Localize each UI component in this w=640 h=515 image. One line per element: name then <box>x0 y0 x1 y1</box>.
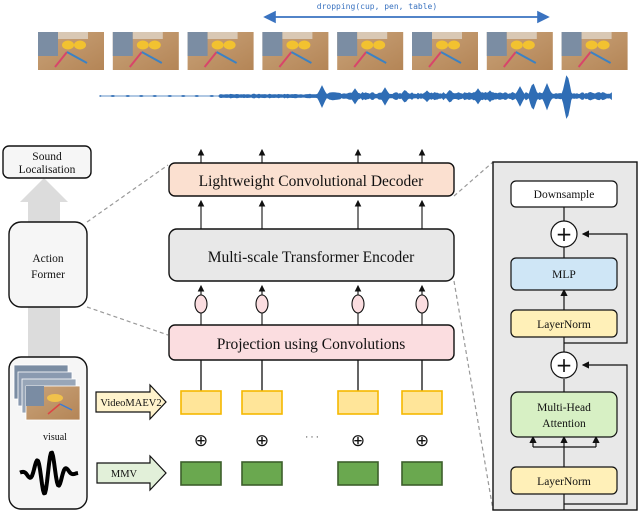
positional-token <box>351 294 365 314</box>
token-column: ⊕ <box>401 148 443 486</box>
action-label: dropping(cup, pen, table) <box>317 2 437 11</box>
output-label-line1: Sound <box>32 151 62 163</box>
zoom-guide-right-top <box>453 161 494 197</box>
add-symbol-top: + <box>556 222 573 246</box>
model-label-line1: Action <box>32 253 64 265</box>
add-node-bottom: + <box>550 351 578 379</box>
attention-label-line2: Attention <box>542 418 586 430</box>
architecture-diagram: dropping(cup, pen, table) Sound Localisa… <box>2 2 638 511</box>
layernorm-top-block: LayerNorm <box>510 309 618 338</box>
zoom-guide-right-bottom <box>453 280 494 511</box>
encoder-block: Multi-scale Transformer Encoder <box>168 228 455 282</box>
audio-feature-token <box>180 461 222 486</box>
downsample-block: Downsample <box>510 180 618 208</box>
token-column: ⊕ <box>241 148 283 486</box>
visual-feature-token <box>180 390 222 415</box>
video-frame-strip <box>38 32 628 70</box>
concat-symbol: ⊕ <box>415 431 429 451</box>
videomaev2-label: VideoMAEV2 <box>100 398 161 409</box>
layernorm-bottom-block: LayerNorm <box>510 466 618 495</box>
output-label-line2: Localisation <box>19 164 76 176</box>
mmv-label: MMV <box>111 469 138 480</box>
transformer-layer-detail: Downsample + MLP LayerNorm + Multi-Head … <box>492 161 638 511</box>
multi-head-attention-block: Multi-Head Attention <box>510 391 618 438</box>
zoom-guide-top <box>86 164 169 223</box>
add-node-top: + <box>550 220 578 248</box>
input-modalities-box: visual <box>8 356 88 510</box>
model-label-line2: Former <box>31 269 65 281</box>
downsample-label: Downsample <box>534 189 595 201</box>
positional-token <box>415 294 429 314</box>
action-former-box: Action Former <box>8 221 88 308</box>
positional-token <box>194 294 208 314</box>
ellipsis: · · · <box>305 432 319 442</box>
projection-block: Projection using Convolutions <box>168 324 455 361</box>
videomaev2-arrow: VideoMAEV2 <box>95 383 167 421</box>
visual-feature-token <box>337 390 379 415</box>
action-annotation: dropping(cup, pen, table) <box>263 2 550 24</box>
video-frame <box>187 32 254 70</box>
token-column: ⊕ <box>337 148 379 486</box>
sound-localisation-box: Sound Localisation <box>2 145 92 179</box>
decoder-label: Lightweight Convolutional Decoder <box>199 173 425 190</box>
concat-symbol: ⊕ <box>351 431 365 451</box>
decoder-block: Lightweight Convolutional Decoder <box>168 162 455 197</box>
video-frame <box>561 32 628 70</box>
video-frame <box>412 32 478 70</box>
audio-feature-token <box>401 461 443 486</box>
visual-label: visual <box>43 432 67 443</box>
video-frame <box>38 32 104 70</box>
audio-feature-token <box>241 461 283 486</box>
layernorm-bottom-label: LayerNorm <box>537 476 591 488</box>
video-frame <box>337 32 404 70</box>
concat-symbol: ⊕ <box>255 431 269 451</box>
attention-label-line1: Multi-Head <box>537 402 591 414</box>
mmv-arrow: MMV <box>96 454 167 492</box>
concat-symbol: ⊕ <box>194 431 208 451</box>
zoom-guide-bottom <box>86 306 169 336</box>
stacked-video-frames-icon <box>13 364 81 421</box>
audio-waveform <box>99 75 612 119</box>
audio-feature-token <box>337 461 379 486</box>
visual-feature-token <box>241 390 283 415</box>
encoder-label: Multi-scale Transformer Encoder <box>208 249 415 266</box>
positional-token <box>255 294 269 314</box>
visual-feature-token <box>401 390 443 415</box>
video-frame <box>486 32 553 70</box>
mlp-block: MLP <box>510 257 618 291</box>
video-frame <box>112 32 179 70</box>
token-column: ⊕ <box>180 148 222 486</box>
video-frame <box>262 32 329 70</box>
layernorm-top-label: LayerNorm <box>537 319 591 331</box>
mlp-label: MLP <box>552 269 576 281</box>
add-symbol-bottom: + <box>556 353 573 377</box>
projection-label: Projection using Convolutions <box>217 336 406 353</box>
